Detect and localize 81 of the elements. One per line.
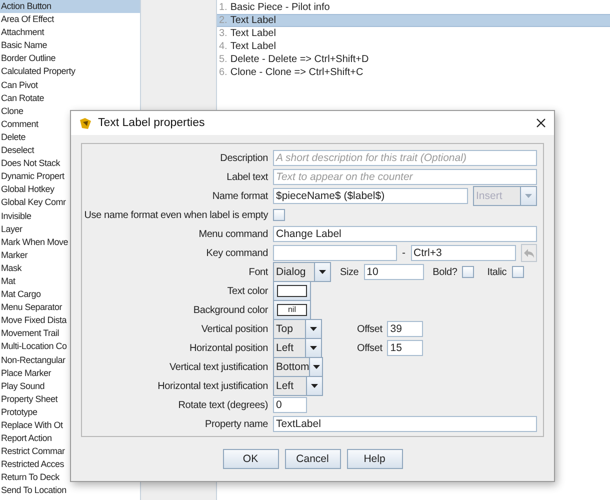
dropdown-arrow-icon: [312, 365, 320, 369]
item-number: 4.: [219, 41, 228, 52]
trait-list-item[interactable]: Area Of Effect: [0, 13, 140, 26]
dialog-button[interactable]: Cancel: [284, 449, 340, 469]
offset-label: Offset: [357, 342, 382, 354]
key-field[interactable]: Ctrl+3: [410, 245, 516, 261]
rotate-field[interactable]: 0: [273, 397, 307, 413]
trait-list-item[interactable]: Can Rotate: [0, 92, 140, 105]
close-icon[interactable]: [536, 118, 546, 128]
field-label: Key command: [205, 248, 268, 258]
piece-trait-item[interactable]: 2. Text Label: [217, 14, 610, 27]
offset-field[interactable]: 39: [387, 321, 424, 337]
item-number: 6.: [219, 67, 228, 78]
dropdown[interactable]: Left: [273, 338, 322, 358]
item-number: 5.: [219, 54, 228, 65]
trait-list-item[interactable]: Action Button: [0, 0, 140, 14]
offset-field[interactable]: 15: [387, 340, 424, 356]
dropdown[interactable]: Dialog: [273, 262, 331, 282]
item-number: 2.: [219, 15, 228, 26]
dropdown-arrow-icon: [319, 270, 326, 274]
item-label: Basic Piece - Pilot info: [230, 2, 330, 13]
dialog-button[interactable]: OK: [222, 449, 278, 469]
dropdown[interactable]: Left: [273, 376, 323, 396]
trait-list-item[interactable]: Attachment: [0, 26, 140, 40]
item-label: Delete - Delete => Ctrl+Shift+D: [230, 54, 369, 65]
item-label: Clone - Clone => Ctrl+Shift+C: [230, 67, 364, 78]
text-field[interactable]: Change Label: [273, 226, 537, 242]
undo-arrow-icon: [524, 248, 534, 258]
trait-list-item[interactable]: Basic Name: [0, 39, 140, 52]
dropdown-arrow-icon: [311, 384, 318, 388]
dialog-title: Text Label properties: [98, 117, 206, 129]
checkbox[interactable]: [462, 266, 474, 278]
trait-list-item[interactable]: Can Pivot: [0, 78, 140, 92]
trait-list-item[interactable]: Calculated Property: [0, 65, 140, 79]
field-label: Menu command: [198, 228, 268, 240]
field-label: Vertical text justification: [168, 362, 268, 372]
offset-label: Offset: [357, 324, 382, 334]
trait-list-item[interactable]: Send To Location: [0, 484, 140, 498]
piece-trait-item[interactable]: 4. Text Label: [217, 40, 610, 53]
text-field[interactable]: TextLabel: [273, 416, 537, 432]
field-label: Horizontal text justification: [156, 380, 268, 392]
app-icon: [79, 116, 92, 130]
field-label: Property name: [204, 418, 268, 430]
field-label: Description: [219, 152, 268, 164]
undo-button[interactable]: [521, 244, 537, 262]
checkbox[interactable]: [512, 266, 524, 278]
dropdown-arrow-icon: [310, 327, 317, 331]
field-label: Vertical position: [200, 324, 268, 334]
dropdown[interactable]: Top: [273, 319, 322, 339]
field-label: Label text: [226, 172, 268, 182]
field-label: Name format: [211, 190, 268, 202]
text-field[interactable]: $pieceName$ ($label$): [273, 188, 468, 204]
field-label: Use name format even when label is empty: [83, 210, 268, 220]
piece-trait-item[interactable]: 1. Basic Piece - Pilot info: [217, 1, 610, 14]
color-button[interactable]: nil: [273, 300, 311, 320]
dropdown-arrow-icon: [310, 346, 317, 350]
field-label: Background color: [192, 304, 268, 316]
piece-trait-item[interactable]: 6. Clone - Clone => Ctrl+Shift+C: [217, 66, 610, 79]
piece-trait-item[interactable]: 3. Text Label: [217, 27, 610, 40]
italic-label: Italic: [487, 266, 507, 278]
field-label: Font: [248, 266, 268, 278]
item-label: Text Label: [230, 28, 276, 39]
color-button[interactable]: [273, 281, 311, 301]
field-label: Text color: [226, 286, 268, 296]
checkbox[interactable]: [273, 209, 285, 221]
item-label: Text Label: [230, 41, 276, 52]
piece-trait-item[interactable]: 5. Delete - Delete => Ctrl+Shift+D: [217, 53, 610, 66]
item-label: Text Label: [230, 15, 276, 26]
item-number: 3.: [219, 28, 228, 39]
field-label: Rotate text (degrees): [177, 400, 268, 410]
separator-text: -: [402, 247, 406, 259]
field-label: Horizontal position: [188, 342, 268, 354]
size-field[interactable]: 10: [364, 264, 424, 280]
size-label: Size: [340, 266, 359, 278]
dialog-button[interactable]: Help: [346, 449, 402, 469]
item-number: 1.: [219, 2, 228, 13]
dropdown[interactable]: Bottom: [273, 357, 323, 377]
trait-list-item[interactable]: Border Outline: [0, 52, 140, 66]
dropdown-arrow-icon: [525, 194, 532, 198]
bold-label: Bold?: [432, 266, 458, 278]
key-field[interactable]: [273, 245, 397, 261]
